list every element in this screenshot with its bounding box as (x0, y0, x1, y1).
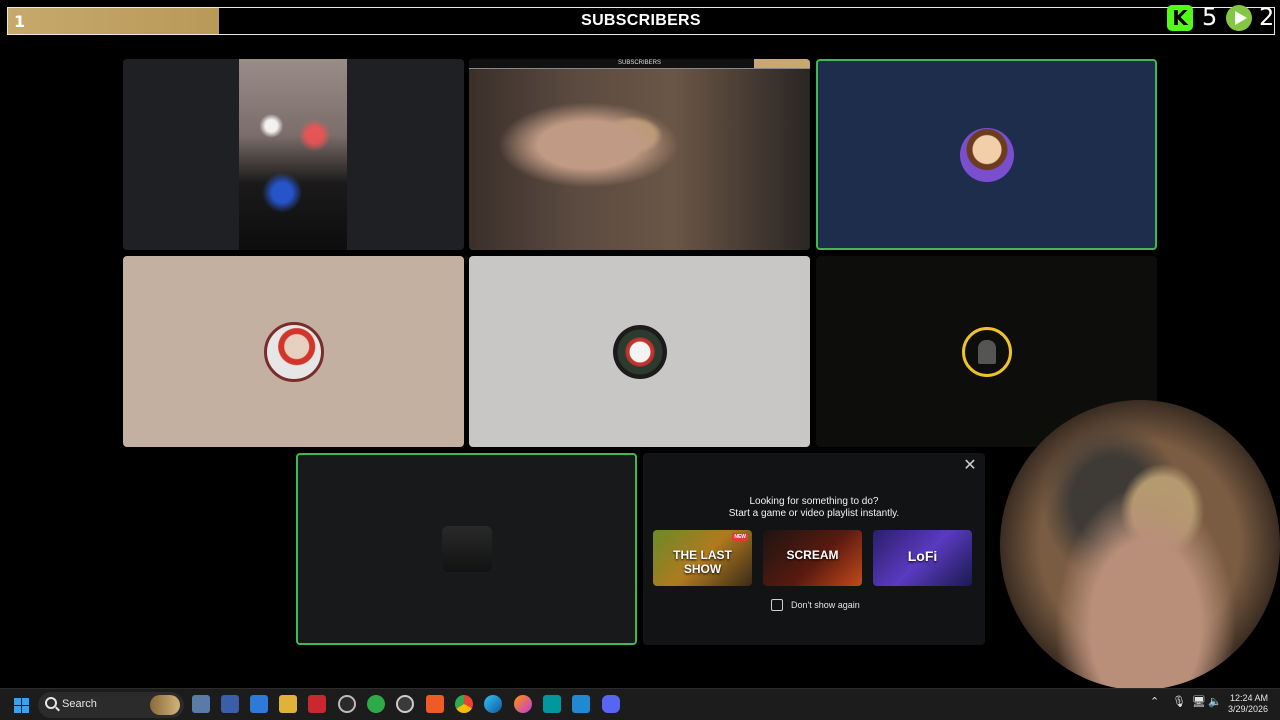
activity-card-lofi[interactable]: LoFi (873, 530, 972, 586)
search-label: Search (62, 698, 97, 710)
goal-title: SUBSCRIBERS (581, 12, 701, 29)
app-icon-5[interactable] (308, 695, 326, 713)
mini-goal-bar: SUBSCRIBERS (469, 59, 810, 69)
search-highlight-image (150, 695, 180, 715)
video-tile-7[interactable] (296, 453, 637, 645)
clock-app-icon[interactable] (338, 695, 356, 713)
promo-headline-line1: Looking for something to do? (749, 496, 879, 507)
clock-time: 12:24 AM (1229, 693, 1268, 703)
firefox-icon[interactable] (514, 695, 532, 713)
volume-icon[interactable]: 🔈 (1208, 695, 1222, 708)
app-icon-2[interactable] (221, 695, 239, 713)
austin-avatar (959, 127, 1014, 182)
dark-avatar (441, 526, 492, 572)
video-tile-4[interactable] (123, 256, 464, 447)
video-tile-1[interactable] (123, 59, 464, 250)
gold-badge-avatar (961, 326, 1012, 377)
discord-icon[interactable] (602, 695, 620, 713)
dont-show-again-checkbox[interactable]: Don't show again (771, 599, 860, 611)
webcam-overlay (1000, 400, 1280, 690)
video-tile-2[interactable]: SUBSCRIBERS (469, 59, 810, 250)
system-clock[interactable]: 12:24 AM 3/29/2026 (1228, 693, 1268, 715)
checkbox-label: Don't show again (791, 600, 860, 610)
chrome-icon[interactable] (455, 695, 473, 713)
activity-card-scream[interactable]: SCREAM (763, 530, 862, 586)
activity-card-label: THE LAST SHOW (673, 548, 732, 576)
vscode-icon[interactable] (572, 695, 590, 713)
subscriber-goal-bar: 1 SUBSCRIBERS (7, 7, 1275, 35)
promo-headline: Looking for something to do? Start a gam… (643, 496, 985, 520)
video-tile-3[interactable] (816, 59, 1157, 250)
brave-icon[interactable] (426, 695, 444, 713)
activity-card-last-show[interactable]: NEW THE LAST SHOW (653, 530, 752, 586)
search-icon (45, 697, 57, 709)
rumble-count: 2 (1259, 3, 1275, 31)
app-icon-7[interactable] (367, 695, 385, 713)
chevron-up-icon[interactable]: ⌃ (1150, 695, 1159, 708)
taskbar: Search ⌃ 🎙 🖥 🔈 12:24 AM 3/29/2026 (0, 688, 1280, 720)
promo-headline-line2: Start a game or video playlist instantly… (728, 508, 900, 519)
camera-feed (469, 59, 810, 250)
checkbox-icon[interactable] (771, 599, 783, 611)
kick-count: 5 (1202, 3, 1218, 31)
edge-icon[interactable] (484, 695, 502, 713)
taskbar-search[interactable]: Search (38, 692, 184, 718)
kick-icon: K (1167, 5, 1193, 31)
video-tile-5[interactable] (469, 256, 810, 447)
app-icon-1[interactable] (192, 695, 210, 713)
arduino-icon[interactable] (543, 695, 561, 713)
file-explorer-icon[interactable] (279, 695, 297, 713)
activity-card-label: SCREAM (786, 548, 839, 562)
activity-card-label: LoFi (907, 548, 938, 564)
app-icon-8[interactable] (396, 695, 414, 713)
new-badge: NEW (732, 533, 748, 541)
clock-date: 3/29/2026 (1227, 704, 1268, 714)
mini-goal-title: SUBSCRIBERS (617, 60, 661, 66)
activity-promo-panel: ✕ Looking for something to do? Start a g… (643, 453, 985, 645)
app-icon-3[interactable] (250, 695, 268, 713)
windows-start-icon[interactable] (14, 698, 29, 713)
close-icon[interactable]: ✕ (962, 458, 978, 474)
microphone-icon[interactable]: 🎙 (1172, 695, 1186, 708)
rumble-icon (1226, 5, 1252, 31)
camera-feed (239, 59, 347, 250)
mario-avatar (263, 321, 324, 382)
network-icon[interactable]: 🖥 (1192, 695, 1206, 708)
joker-avatar (612, 324, 667, 379)
